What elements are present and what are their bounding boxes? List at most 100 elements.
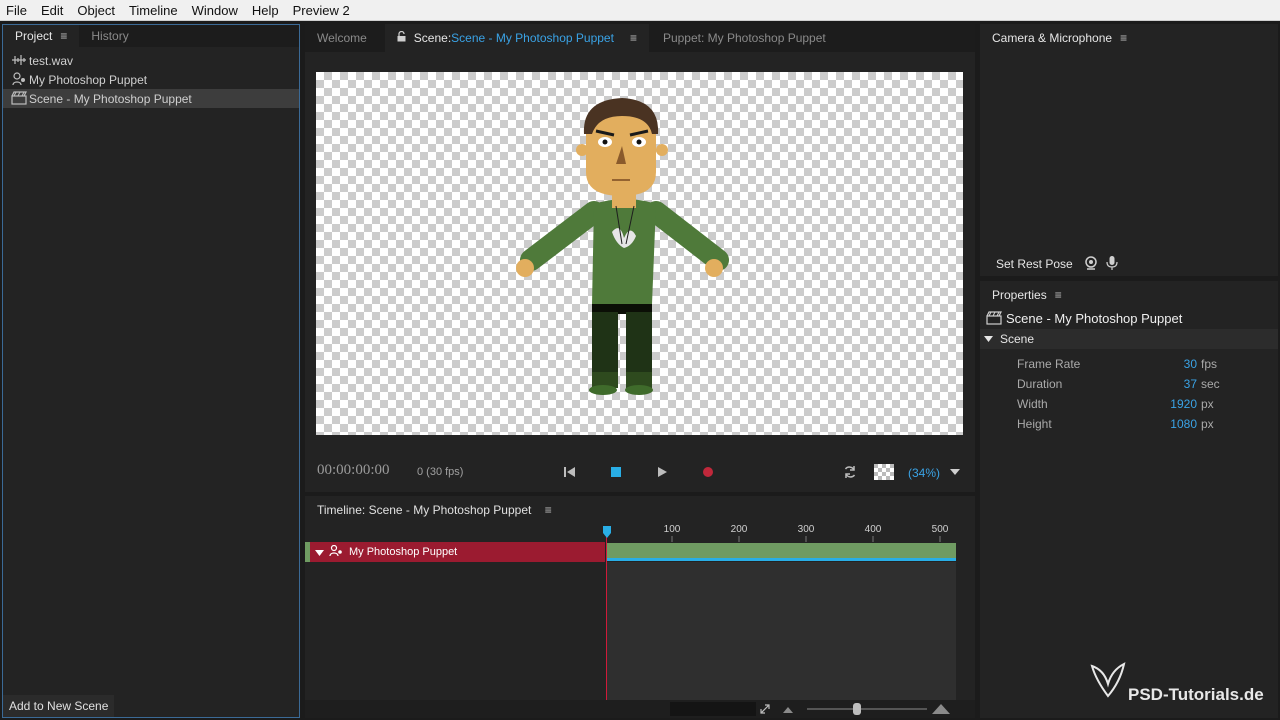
zoom-out-icon[interactable] [783, 705, 793, 713]
property-unit: px [1201, 417, 1214, 431]
menu-bar: File Edit Object Timeline Window Help Pr… [0, 0, 1280, 21]
track-row[interactable]: My Photoshop Puppet [305, 542, 605, 562]
puppet-icon [329, 544, 343, 560]
project-panel: Project ≡ History test.wav My Photoshop … [2, 24, 300, 718]
playhead[interactable] [606, 526, 607, 700]
menu-object[interactable]: Object [77, 3, 115, 18]
track-list-area [305, 562, 605, 700]
list-item[interactable]: My Photoshop Puppet [3, 70, 299, 89]
stop-icon [611, 467, 621, 477]
watermark-text: PSD-Tutorials.de [1128, 685, 1264, 704]
property-value[interactable]: 1920 [1141, 397, 1197, 411]
track-label: My Photoshop Puppet [349, 546, 458, 558]
property-key: Duration [1017, 377, 1063, 391]
lock-icon[interactable] [397, 30, 406, 45]
tab-properties[interactable]: Properties ≡ [980, 281, 1074, 309]
property-value[interactable]: 1080 [1141, 417, 1197, 431]
tab-project[interactable]: Project ≡ [3, 25, 80, 47]
panel-menu-icon[interactable]: ≡ [1055, 288, 1062, 302]
project-tabbar: Project ≡ History [3, 25, 299, 47]
property-key: Height [1017, 417, 1052, 431]
menu-preview[interactable]: Preview 2 [293, 3, 350, 18]
scene-section-header[interactable]: Scene [980, 329, 1278, 349]
track-color-tab [305, 542, 310, 562]
property-row-width: Width 1920 px [1017, 397, 1277, 415]
transport-bar: 00:00:00:00 0 (30 fps) (34%) [305, 456, 975, 490]
tab-camera-microphone[interactable]: Camera & Microphone ≡ [980, 24, 1140, 52]
menu-file[interactable]: File [6, 3, 27, 18]
watermark: PSD-Tutorials.de [1088, 660, 1268, 704]
list-item-label: test.wav [29, 53, 74, 68]
timeline-scrollbar[interactable] [305, 700, 975, 718]
timecode: 00:00:00:00 [317, 462, 390, 478]
zoom-slider-track[interactable] [807, 708, 927, 710]
panel-menu-icon[interactable]: ≡ [545, 503, 552, 517]
menu-window[interactable]: Window [192, 3, 238, 18]
stop-button[interactable] [606, 462, 626, 482]
tab-scene-prefix: Scene: [413, 31, 452, 45]
play-button[interactable] [652, 462, 672, 482]
timeline-title-wrap: Timeline: Scene - My Photoshop Puppet ≡ [317, 503, 552, 517]
zoom-dropdown[interactable] [945, 462, 965, 482]
property-row-frame-rate: Frame Rate 30 fps [1017, 357, 1277, 375]
list-item[interactable]: test.wav [3, 51, 299, 70]
list-item[interactable]: Scene - My Photoshop Puppet [3, 89, 299, 108]
scene-panel: Welcome Scene: Scene - My Photoshop Pupp… [305, 24, 975, 492]
go-to-start-button[interactable] [560, 462, 580, 482]
tab-history[interactable]: History [79, 25, 140, 47]
project-list: test.wav My Photoshop Puppet Scene - My … [3, 51, 299, 108]
panel-menu-icon[interactable]: ≡ [1120, 31, 1127, 45]
tab-camera-label: Camera & Microphone [992, 31, 1113, 45]
timeline-panel: Timeline: Scene - My Photoshop Puppet ≡ … [305, 496, 975, 718]
scene-icon [11, 91, 27, 105]
property-unit: px [1201, 397, 1214, 411]
track-clip[interactable] [606, 543, 956, 561]
checkerboard-icon [874, 464, 894, 480]
scene-tabbar: Welcome Scene: Scene - My Photoshop Pupp… [305, 24, 975, 52]
transparency-toggle-button[interactable] [873, 462, 895, 482]
property-unit: fps [1201, 357, 1218, 371]
record-button[interactable] [698, 462, 718, 482]
camera-microphone-panel: Camera & Microphone ≡ Set Rest Pose [980, 24, 1278, 276]
property-unit: sec [1201, 377, 1220, 391]
refresh-icon [844, 466, 856, 478]
puppet-character[interactable] [316, 72, 963, 435]
record-icon [703, 467, 713, 477]
zoom-level[interactable]: (34%) [908, 466, 940, 480]
list-item-label: Scene - My Photoshop Puppet [29, 91, 192, 106]
menu-edit[interactable]: Edit [41, 3, 63, 18]
zoom-slider-handle[interactable] [853, 703, 861, 715]
tab-welcome[interactable]: Welcome [305, 24, 379, 52]
set-rest-pose-button[interactable]: Set Rest Pose [996, 257, 1073, 271]
menu-timeline[interactable]: Timeline [129, 3, 178, 18]
tab-welcome-label: Welcome [317, 31, 367, 45]
play-icon [658, 467, 667, 477]
properties-panel: Properties ≡ Scene - My Photoshop Puppet… [980, 281, 1278, 718]
loop-button[interactable] [840, 462, 860, 482]
scrollbar-thumb[interactable] [670, 702, 756, 716]
microphone-icon[interactable] [1106, 256, 1118, 270]
timeline-ruler[interactable]: 100 200 300 400 500 [605, 522, 957, 542]
expand-icon[interactable] [759, 703, 771, 715]
property-key: Frame Rate [1017, 357, 1081, 371]
panel-menu-icon[interactable]: ≡ [60, 29, 67, 43]
panel-menu-icon[interactable]: ≡ [630, 31, 637, 45]
butterfly-logo-icon [1090, 662, 1126, 698]
scene-canvas[interactable] [316, 72, 963, 435]
menu-help[interactable]: Help [252, 3, 279, 18]
webcam-icon[interactable] [1084, 256, 1098, 270]
triangle-down-icon[interactable] [315, 545, 324, 559]
timeline-title: Timeline: Scene - My Photoshop Puppet [317, 503, 532, 517]
zoom-in-icon[interactable] [932, 704, 950, 714]
list-item-label: My Photoshop Puppet [29, 72, 148, 87]
property-value[interactable]: 37 [1141, 377, 1197, 391]
add-to-new-scene-button[interactable]: Add to New Scene [3, 695, 115, 717]
tab-puppet[interactable]: Puppet: My Photoshop Puppet [651, 24, 838, 52]
tab-scene[interactable]: Scene: Scene - My Photoshop Puppet ≡ [384, 24, 649, 52]
scene-icon [986, 311, 1002, 325]
tab-project-label: Project [15, 29, 53, 43]
playhead-handle-icon[interactable] [602, 526, 612, 538]
property-value[interactable]: 30 [1141, 357, 1197, 371]
tab-history-label: History [91, 29, 129, 43]
property-key: Width [1017, 397, 1048, 411]
